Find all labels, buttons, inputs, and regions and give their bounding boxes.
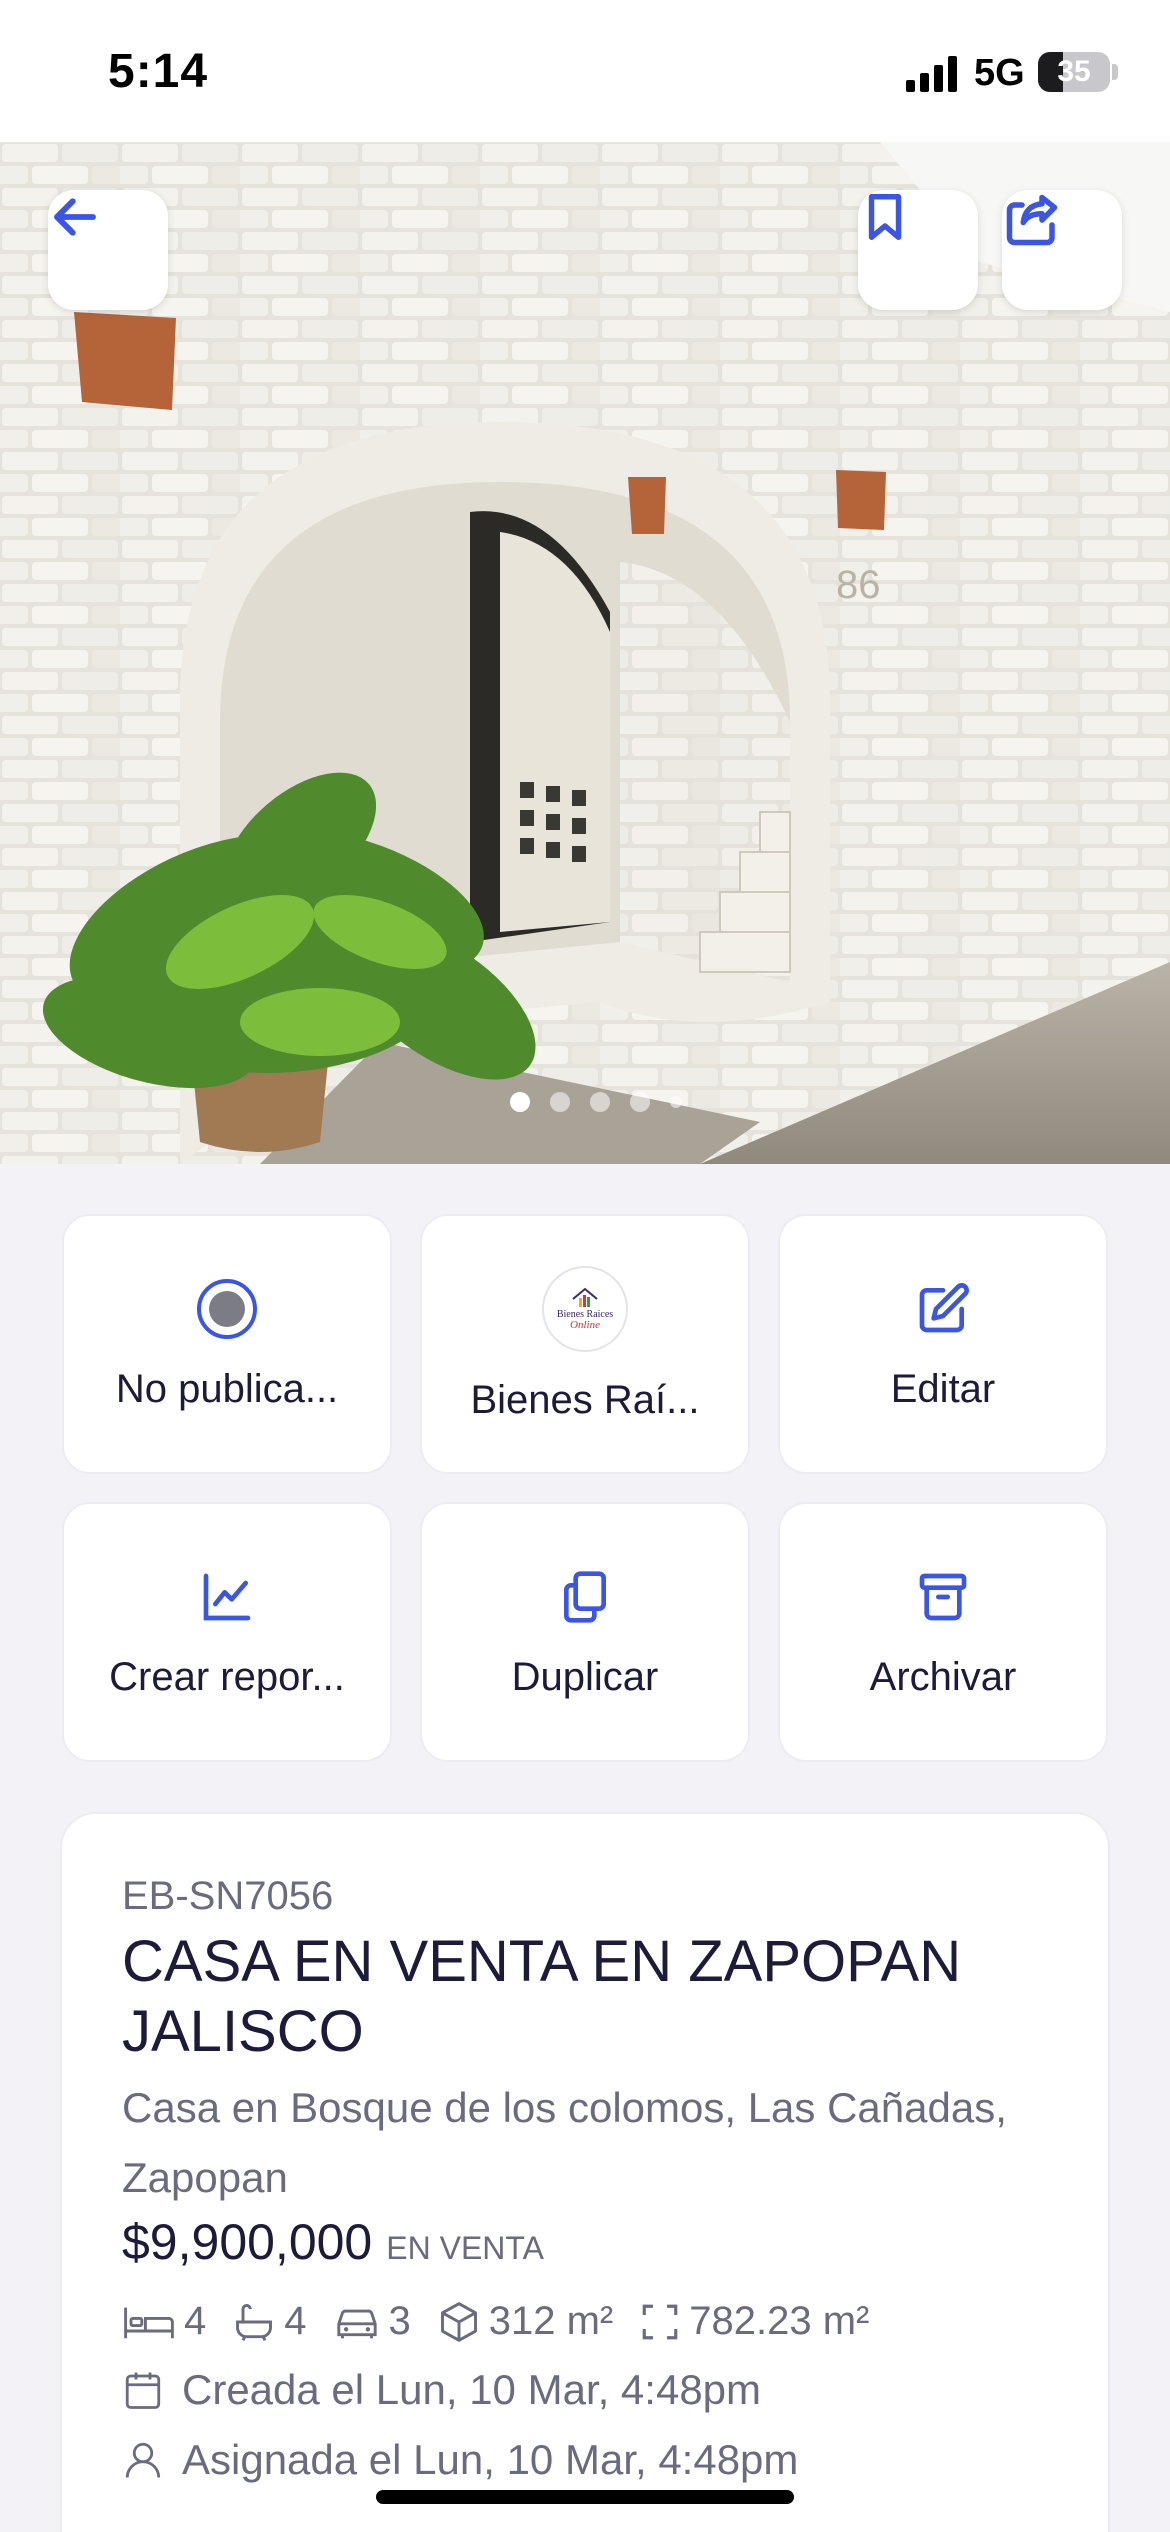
tile-label: Crear repor... <box>109 1654 345 1699</box>
create-report-tile[interactable]: Crear repor... <box>62 1502 392 1762</box>
calendar-icon <box>125 2372 161 2409</box>
bed-icon <box>124 2307 174 2338</box>
carousel-dot[interactable] <box>590 1092 610 1112</box>
price-row: $9,900,000 EN VENTA <box>122 2213 1048 2271</box>
battery-cap <box>1112 64 1118 80</box>
created-row: Creada el Lun, 10 Mar, 4:48pm <box>122 2366 1048 2414</box>
tile-label: Archivar <box>869 1654 1017 1699</box>
status-time: 5:14 <box>108 45 209 98</box>
carousel-dot[interactable] <box>630 1092 650 1112</box>
agency-tile[interactable]: Bienes Raices Online Bienes Raí... <box>420 1214 750 1474</box>
property-photo: 86 <box>0 142 1170 1164</box>
property-code: EB-SN7056 <box>122 1874 334 1918</box>
carousel-pagination[interactable] <box>510 1092 682 1112</box>
bedrooms-feature: 4 <box>122 2299 206 2344</box>
share-button[interactable] <box>1002 190 1122 310</box>
bathtub-icon <box>236 2303 273 2341</box>
assigned-text: Asignada el Lun, 10 Mar, 4:48pm <box>182 2436 799 2483</box>
battery-level: 35 <box>1057 55 1091 88</box>
tile-label: No publica... <box>115 1366 339 1411</box>
duplicate-tile[interactable]: Duplicar <box>420 1502 750 1762</box>
carousel-dot[interactable] <box>550 1092 570 1112</box>
battery-icon: 35 <box>1038 52 1110 92</box>
house-logo-icon <box>572 1287 598 1307</box>
copy-icon <box>553 1565 617 1629</box>
action-grid: No publica... Bienes Raices Online Biene… <box>62 1214 1108 1762</box>
svg-text:86: 86 <box>836 563 881 607</box>
property-title: CASA EN VENTA EN ZAPOPAN JALISCO <box>122 1929 962 2064</box>
signal-icon <box>906 56 957 92</box>
property-photo-carousel[interactable]: 86 <box>0 142 1170 1164</box>
publish-status-tile[interactable]: No publica... <box>62 1214 392 1474</box>
bathrooms-count: 4 <box>284 2299 307 2343</box>
network-label: 5G <box>974 52 1025 94</box>
edit-icon <box>911 1277 975 1341</box>
share-icon <box>1006 194 1058 246</box>
tile-label: Editar <box>890 1366 996 1411</box>
listing-status: EN VENTA <box>386 2230 544 2266</box>
status-bar: 5:14 5G 35 <box>0 0 1170 142</box>
bathrooms-feature: 4 <box>232 2299 307 2344</box>
archive-tile[interactable]: Archivar <box>778 1502 1108 1762</box>
built-area-value: 312 m² <box>488 2299 614 2343</box>
bookmark-icon <box>868 194 902 240</box>
lot-area-value: 782.23 m² <box>689 2299 870 2343</box>
carousel-dot[interactable] <box>510 1092 530 1112</box>
edit-tile[interactable]: Editar <box>778 1214 1108 1474</box>
user-icon <box>125 2442 161 2478</box>
cube-icon <box>440 2301 477 2342</box>
assigned-row: Asignada el Lun, 10 Mar, 4:48pm <box>122 2436 1048 2484</box>
logo-text: Bienes Raices <box>556 1308 614 1320</box>
back-button[interactable] <box>48 190 168 310</box>
tile-label: Duplicar <box>511 1654 659 1699</box>
bedrooms-count: 4 <box>184 2299 207 2343</box>
agency-logo: Bienes Raices Online <box>542 1265 628 1352</box>
radio-selected-icon <box>195 1277 259 1341</box>
property-address: Casa en Bosque de los colomos, Las Cañad… <box>122 2084 1007 2201</box>
property-price: $9,900,000 <box>122 2214 373 2270</box>
property-features: 4 4 3 312 m² 782.23 m² <box>122 2299 1048 2344</box>
car-icon <box>336 2309 377 2338</box>
built-area-feature: 312 m² <box>437 2299 614 2344</box>
lot-area-icon <box>642 2304 678 2339</box>
parking-count: 3 <box>388 2299 411 2343</box>
bookmark-button[interactable] <box>858 190 978 310</box>
home-indicator[interactable] <box>376 2490 794 2504</box>
archive-icon <box>911 1565 975 1629</box>
arrow-left-icon <box>54 198 96 236</box>
carousel-dot[interactable] <box>670 1096 682 1108</box>
tile-label: Bienes Raí... <box>470 1377 700 1422</box>
parking-feature: 3 <box>333 2299 411 2344</box>
lot-area-feature: 782.23 m² <box>639 2299 869 2344</box>
chart-line-icon <box>195 1565 259 1629</box>
created-text: Creada el Lun, 10 Mar, 4:48pm <box>182 2366 762 2413</box>
property-details-card[interactable]: EB-SN7056 CASA EN VENTA EN ZAPOPAN JALIS… <box>60 1812 1110 2532</box>
logo-script: Online <box>570 1318 600 1331</box>
